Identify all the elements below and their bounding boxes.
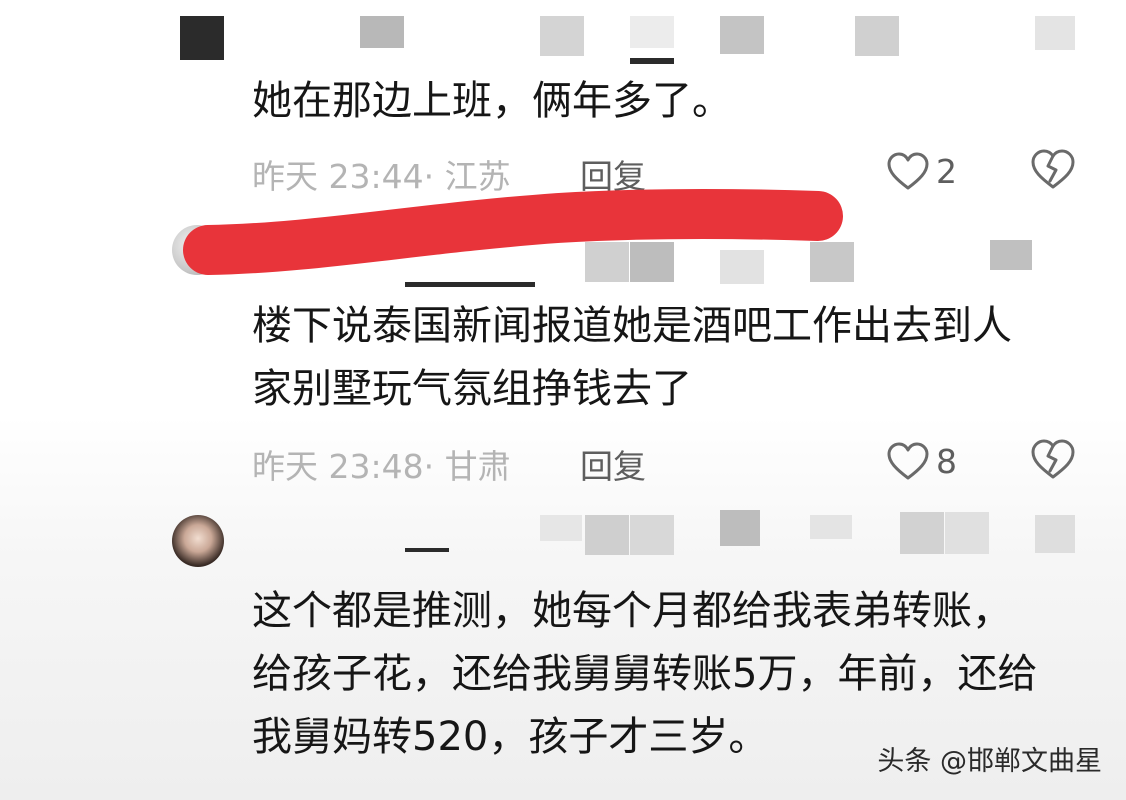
like-button[interactable]: 8	[886, 438, 976, 484]
reply-button[interactable]: 回复	[580, 440, 646, 488]
broken-heart-icon	[1030, 149, 1076, 194]
comment-text: 她在那边上班，俩年多了。	[252, 70, 732, 133]
broken-heart-icon	[1030, 439, 1076, 484]
like-button[interactable]: 2	[886, 148, 976, 194]
comment-text: 楼下说泰国新闻报道她是酒吧工作出去到人 家别墅玩气氛组挣钱去了	[252, 295, 1012, 421]
source-watermark: 头条 @邯郸文曲星	[877, 746, 1102, 777]
comment-time-location: 昨天 23:48· 甘肃	[252, 447, 511, 486]
avatar[interactable]	[172, 515, 224, 567]
dislike-button[interactable]	[1030, 148, 1076, 194]
dislike-button[interactable]	[1030, 438, 1076, 484]
like-count: 2	[936, 151, 957, 191]
comment-line: 这个都是推测，她每个月都给我表弟转账，	[252, 588, 1012, 634]
comment-line: 楼下说泰国新闻报道她是酒吧工作出去到人	[252, 303, 1012, 349]
red-redaction-scribble	[183, 189, 843, 275]
comment-line: 给孩子花，还给我舅舅转账5万，年前，还给	[252, 651, 1038, 697]
like-count: 8	[936, 441, 957, 481]
heart-outline-icon	[886, 151, 930, 191]
comment-line: 她在那边上班，俩年多了。	[252, 78, 732, 124]
heart-outline-icon	[886, 441, 930, 481]
comment-line: 家别墅玩气氛组挣钱去了	[252, 366, 692, 412]
